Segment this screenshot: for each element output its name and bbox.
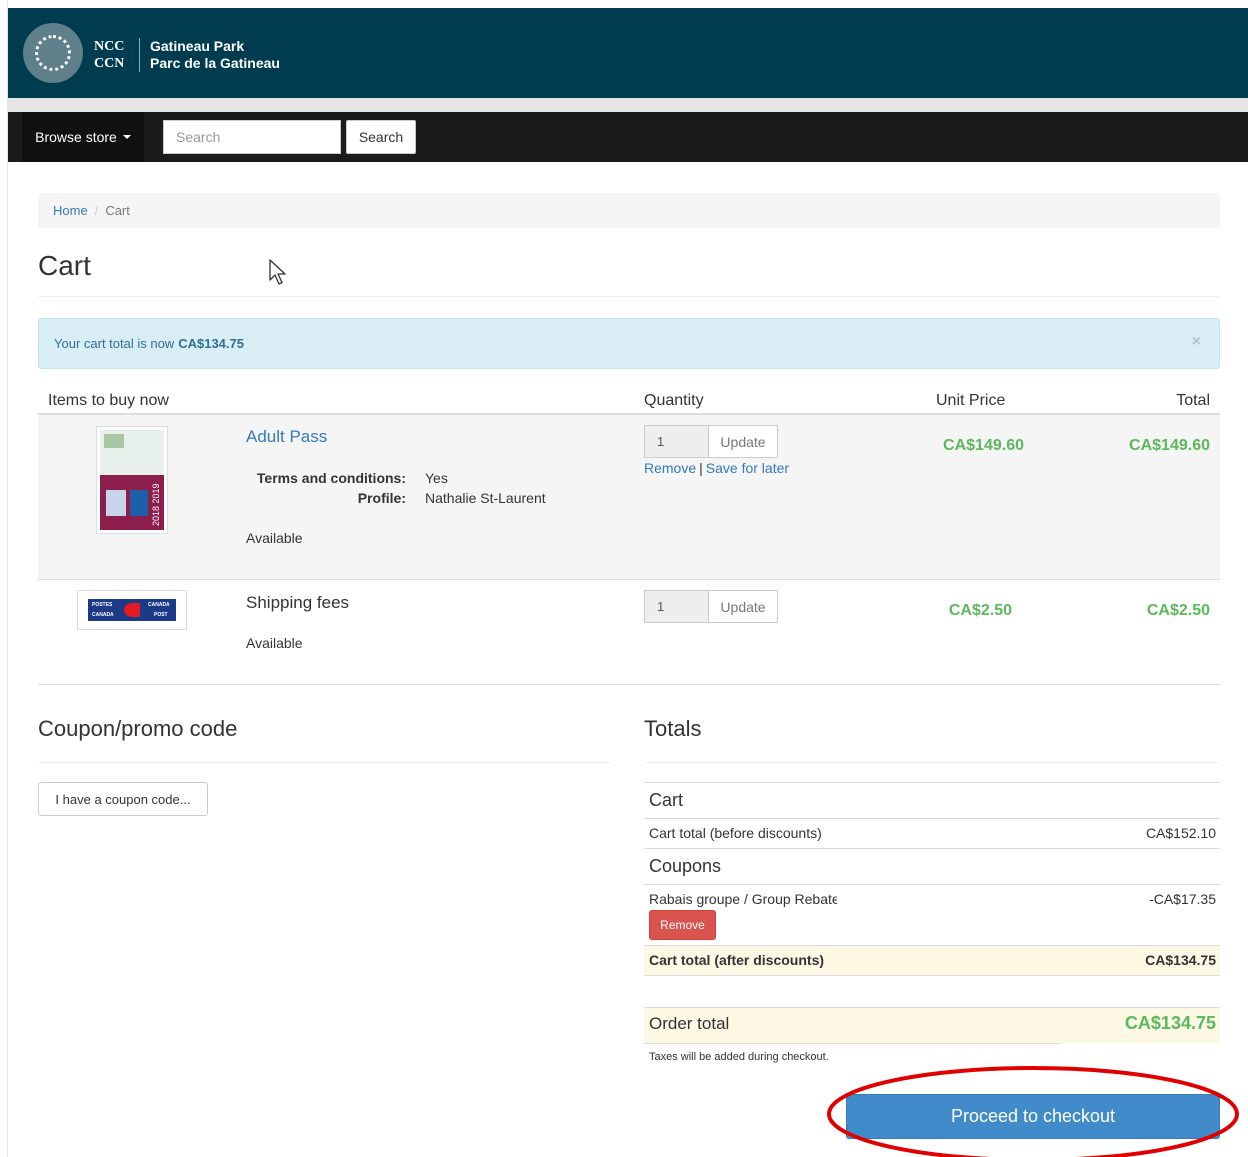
coupon-code-button[interactable]: I have a coupon code... bbox=[38, 782, 208, 816]
breadcrumb-current: Cart bbox=[105, 203, 130, 218]
order-total-divider bbox=[644, 1043, 1060, 1044]
coupon-heading: Coupon/promo code bbox=[38, 716, 238, 741]
availability-status: Available bbox=[246, 530, 303, 546]
search-input[interactable] bbox=[163, 120, 341, 154]
totals-cart-group: Cart bbox=[649, 790, 684, 810]
breadcrumb-home[interactable]: Home bbox=[53, 203, 88, 218]
breadcrumb: Home / Cart bbox=[38, 193, 1220, 228]
cart-before-label: Cart total (before discounts) bbox=[649, 825, 822, 841]
quantity-stepper: 1 Update bbox=[644, 590, 778, 623]
header-total: Total bbox=[1176, 392, 1210, 409]
unit-price: CA$149.60 bbox=[943, 437, 1024, 454]
row-divider bbox=[38, 579, 1220, 580]
update-button[interactable]: Update bbox=[709, 425, 778, 458]
tax-note: Taxes will be added during checkout. bbox=[649, 1051, 829, 1063]
quantity-input[interactable]: 1 bbox=[644, 425, 709, 458]
mouse-cursor-icon bbox=[269, 259, 286, 285]
cart-total-alert: Your cart total is now CA$134.75 × bbox=[38, 318, 1220, 369]
header-unit-price: Unit Price bbox=[936, 392, 1006, 409]
totals-line bbox=[644, 848, 1220, 849]
header-quantity: Quantity bbox=[644, 392, 704, 409]
remove-coupon-button[interactable]: Remove bbox=[649, 910, 716, 940]
alert-text: Your cart total is now bbox=[54, 336, 175, 351]
brand-name[interactable]: Gatineau Park Parc de la Gatineau bbox=[150, 38, 280, 72]
canada-post-logo-icon[interactable]: POSTES CANADA CANADA POST bbox=[77, 590, 187, 630]
page-title: Cart bbox=[38, 250, 91, 281]
caret-down-icon bbox=[122, 135, 131, 139]
site-header: NCC CCN Gatineau Park Parc de la Gatinea… bbox=[8, 8, 1248, 98]
totals-heading: Totals bbox=[644, 716, 702, 741]
availability-status: Available bbox=[246, 635, 303, 651]
title-divider bbox=[38, 296, 1220, 297]
totals-line bbox=[644, 818, 1220, 819]
totals-coupons-group: Coupons bbox=[649, 856, 722, 876]
link-separator: | bbox=[699, 460, 703, 476]
option-label: Profile: bbox=[357, 490, 406, 506]
totals-divider bbox=[644, 762, 1220, 763]
cart-after-value: CA$134.75 bbox=[1145, 952, 1216, 968]
proceed-to-checkout-button[interactable]: Proceed to checkout bbox=[846, 1094, 1220, 1139]
cart-after-label: Cart total (after discounts) bbox=[649, 952, 825, 968]
line-total: CA$2.50 bbox=[1146, 602, 1210, 619]
brand-abbreviation: NCC CCN bbox=[94, 39, 125, 71]
cart-before-value: CA$152.10 bbox=[1145, 825, 1216, 841]
browse-store-dropdown[interactable]: Browse store bbox=[22, 112, 144, 162]
coupon-value: -CA$17.35 bbox=[1149, 891, 1216, 907]
table-row bbox=[38, 415, 1220, 579]
adult-pass-card-icon[interactable]: 2018 2019 bbox=[96, 426, 168, 534]
item-name-link[interactable]: Adult Pass bbox=[246, 427, 327, 447]
table-bottom-divider bbox=[38, 684, 1220, 685]
ncc-logo-icon[interactable] bbox=[23, 23, 83, 83]
brand-divider bbox=[139, 38, 140, 72]
close-icon[interactable]: × bbox=[1192, 333, 1201, 351]
header-items: Items to buy now bbox=[48, 392, 169, 409]
coupon-name: Rabais groupe / Group Rebate bbox=[649, 891, 837, 907]
order-total-label: Order total bbox=[649, 1014, 730, 1033]
quantity-stepper: 1 Update bbox=[644, 425, 778, 458]
totals-line bbox=[644, 782, 1220, 783]
browse-store-label: Browse store bbox=[35, 129, 117, 145]
alert-amount: CA$134.75 bbox=[178, 336, 244, 351]
breadcrumb-separator: / bbox=[94, 203, 99, 218]
store-navbar: Browse store Search bbox=[8, 112, 1248, 162]
item-name: Shipping fees bbox=[246, 593, 350, 612]
totals-line bbox=[644, 884, 1220, 885]
option-value: Yes bbox=[425, 470, 448, 486]
option-value: Nathalie St-Laurent bbox=[425, 490, 546, 506]
header-strip bbox=[8, 98, 1248, 112]
search-button[interactable]: Search bbox=[346, 120, 416, 154]
option-label: Terms and conditions: bbox=[256, 470, 406, 486]
coupon-divider bbox=[38, 762, 612, 763]
item-actions: Remove | Save for later bbox=[644, 460, 789, 476]
remove-link[interactable]: Remove bbox=[644, 460, 696, 476]
page-frame bbox=[0, 0, 8, 1157]
save-for-later-link[interactable]: Save for later bbox=[706, 460, 789, 476]
update-button[interactable]: Update bbox=[709, 590, 778, 623]
order-total-value: CA$134.75 bbox=[1124, 1013, 1216, 1033]
quantity-input[interactable]: 1 bbox=[644, 590, 709, 623]
unit-price: CA$2.50 bbox=[948, 602, 1012, 619]
line-total: CA$149.60 bbox=[1129, 437, 1210, 454]
